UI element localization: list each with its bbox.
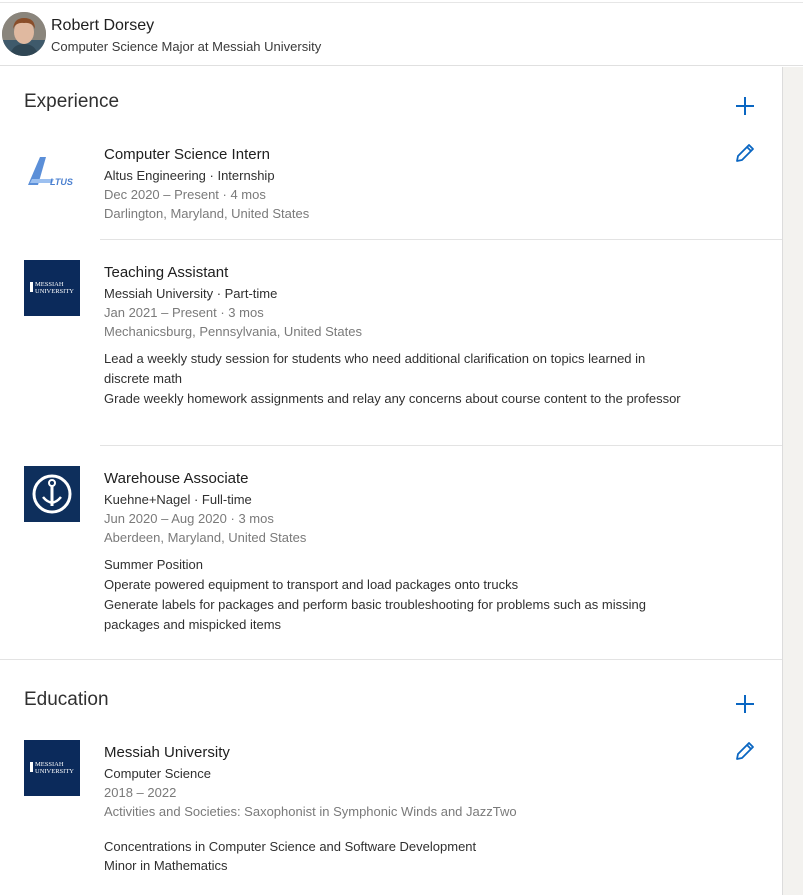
svg-text:MESSIAH: MESSIAH <box>35 761 64 768</box>
edit-experience-button[interactable] <box>733 141 757 165</box>
experience-location: Mechanicsburg, Pennsylvania, United Stat… <box>104 324 362 339</box>
anchor-icon <box>32 474 72 514</box>
svg-text:MESSIAH: MESSIAH <box>35 281 64 288</box>
profile-header: Robert Dorsey Computer Science Major at … <box>0 2 803 66</box>
experience-dates: Dec 2020 – Present · 4 mos <box>104 187 266 202</box>
description-line: Summer Position <box>104 557 203 572</box>
pencil-icon <box>736 144 754 162</box>
education-dates: 2018 – 2022 <box>104 785 177 800</box>
experience-company: Messiah University · Part-time <box>104 286 278 301</box>
svg-text:UNIVERSITY: UNIVERSITY <box>35 768 74 775</box>
add-experience-button[interactable] <box>733 94 757 118</box>
description-line: Lead a weekly study session for students… <box>104 351 646 386</box>
experience-title[interactable]: Teaching Assistant <box>104 264 228 281</box>
experience-dates: Jan 2021 – Present · 3 mos <box>104 305 264 320</box>
description-line: Operate powered equipment to transport a… <box>104 577 519 592</box>
experience-company: Altus Engineering · Internship <box>104 168 275 183</box>
profile-card: Experience LTUS Computer Science Intern … <box>0 67 782 895</box>
experience-description: Lead a weekly study session for students… <box>104 349 694 409</box>
experience-section-title: Experience <box>24 91 120 112</box>
education-school[interactable]: Messiah University <box>104 744 230 761</box>
profile-name[interactable]: Robert Dorsey <box>51 17 154 35</box>
profile-headline: Computer Science Major at Messiah Univer… <box>51 39 322 54</box>
education-field: Computer Science <box>104 766 211 781</box>
experience-location: Darlington, Maryland, United States <box>104 206 310 221</box>
altus-logo[interactable]: LTUS <box>24 143 80 199</box>
kuehne-nagel-logo[interactable] <box>24 466 80 522</box>
description-line: Grade weekly homework assignments and re… <box>104 391 681 406</box>
experience-title[interactable]: Computer Science Intern <box>104 146 270 163</box>
experience-dates: Jun 2020 – Aug 2020 · 3 mos <box>104 511 274 526</box>
experience-company: Kuehne+Nagel · Full-time <box>104 492 252 507</box>
right-rail-scroll-area <box>782 67 803 895</box>
edit-education-button[interactable] <box>733 739 757 763</box>
item-divider <box>100 239 782 240</box>
section-divider <box>0 659 782 660</box>
svg-text:UNIVERSITY: UNIVERSITY <box>35 288 74 295</box>
description-line: Minor in Mathematics <box>104 858 228 873</box>
pencil-icon <box>736 742 754 760</box>
plus-icon <box>736 695 754 713</box>
experience-description: Summer Position Operate powered equipmen… <box>104 555 694 635</box>
add-education-button[interactable] <box>733 692 757 716</box>
experience-location: Aberdeen, Maryland, United States <box>104 530 307 545</box>
education-activities: Activities and Societies: Saxophonist in… <box>104 804 517 819</box>
messiah-university-logo[interactable]: MESSIAH UNIVERSITY <box>24 260 80 316</box>
description-line: Concentrations in Computer Science and S… <box>104 839 477 854</box>
item-divider <box>100 445 782 446</box>
description-line: Generate labels for packages and perform… <box>104 597 646 632</box>
profile-avatar[interactable] <box>2 12 46 56</box>
plus-icon <box>736 97 754 115</box>
experience-title[interactable]: Warehouse Associate <box>104 470 249 487</box>
education-section-title: Education <box>24 689 109 710</box>
messiah-university-logo[interactable]: MESSIAH UNIVERSITY <box>24 740 80 796</box>
education-description: Concentrations in Computer Science and S… <box>104 837 704 875</box>
svg-text:LTUS: LTUS <box>50 177 73 187</box>
